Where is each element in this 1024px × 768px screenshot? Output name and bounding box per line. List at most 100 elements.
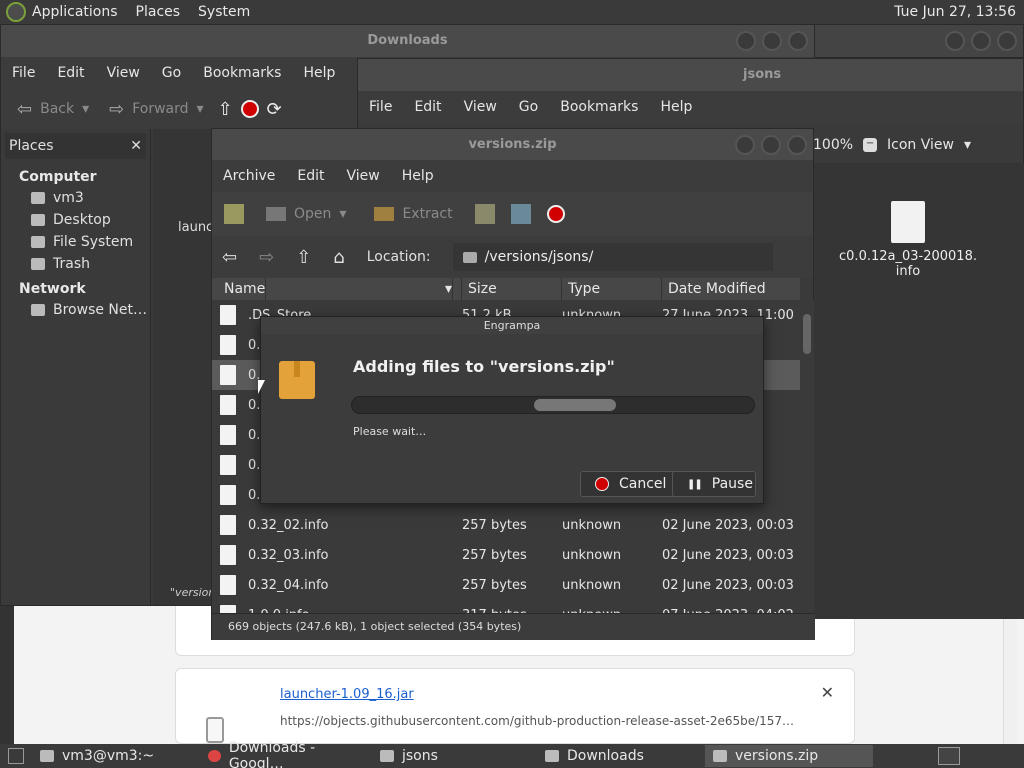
status-bar: 669 objects (247.6 kB), 1 object selecte… — [212, 613, 815, 640]
menu-bookmarks[interactable]: Bookmarks — [192, 65, 292, 81]
dialog-title[interactable]: Engrampa — [261, 317, 763, 334]
maximize-icon[interactable] — [762, 31, 782, 51]
zoom-icon[interactable]: − — [863, 138, 878, 152]
section-network: Network — [19, 281, 86, 297]
minimize-icon[interactable] — [735, 135, 755, 155]
cell-name: 0.32_02.info — [248, 517, 329, 533]
scrollbar-thumb[interactable] — [803, 314, 811, 354]
minimize-icon[interactable] — [945, 31, 965, 51]
close-icon[interactable] — [787, 135, 807, 155]
task-terminal[interactable]: vm3@vm3:~ — [32, 745, 197, 767]
back-button[interactable]: ⇦ Back ▾ — [11, 99, 95, 120]
add-folder-icon[interactable] — [510, 204, 531, 224]
task-downloads[interactable]: Downloads — [537, 745, 702, 767]
open-button[interactable]: Open ▾ — [260, 206, 352, 222]
document-icon — [220, 605, 236, 613]
close-icon[interactable] — [788, 31, 808, 51]
menu-edit[interactable]: Edit — [286, 168, 335, 184]
up-arrow-icon[interactable]: ⇧ — [218, 99, 233, 120]
sidebar-item-file-system[interactable]: File System — [1, 231, 150, 253]
menu-help[interactable]: Help — [292, 65, 346, 81]
chevron-down-icon[interactable]: ▾ — [197, 101, 204, 117]
pause-button[interactable]: ❚❚ Pause — [672, 471, 756, 497]
menu-file[interactable]: File — [1, 65, 46, 81]
remove-download-close-icon[interactable]: ✕ — [821, 683, 834, 702]
table-row[interactable]: 0.32_03.info 257 bytes unknown 02 June 2023… — [212, 540, 800, 570]
menu-help[interactable]: Help — [649, 99, 703, 115]
clock[interactable]: Tue Jun 27, 13:56 — [894, 4, 1016, 20]
forward-arrow-icon[interactable]: ⇨ — [259, 247, 274, 268]
column-size[interactable]: Size — [462, 278, 562, 300]
document-icon — [220, 305, 236, 325]
menu-places[interactable]: Places — [136, 4, 181, 20]
forward-button[interactable]: ⇨ Forward ▾ — [103, 99, 209, 120]
cell-size: 257 bytes — [462, 577, 527, 593]
task-jsons[interactable]: jsons — [372, 745, 537, 767]
menu-edit[interactable]: Edit — [403, 99, 452, 115]
cancel-label: Cancel — [619, 476, 667, 492]
menu-edit[interactable]: Edit — [46, 65, 95, 81]
sidebar-item-browse-network[interactable]: Browse Net… — [1, 299, 150, 321]
add-files-icon[interactable] — [474, 204, 495, 224]
up-arrow-icon[interactable]: ⇧ — [296, 247, 311, 268]
zip-titlebar[interactable]: versions.zip — [212, 129, 813, 160]
table-row[interactable]: 0.32_02.info 257 bytes unknown 02 June 2023… — [212, 510, 800, 540]
close-pane-icon[interactable]: ✕ — [130, 138, 142, 154]
task-browser[interactable]: Downloads - Googl… — [200, 740, 370, 768]
workspace-switcher-icon[interactable] — [938, 747, 960, 765]
column-type[interactable]: Type — [562, 278, 662, 300]
chevron-down-icon[interactable]: ▾ — [339, 206, 346, 222]
chevron-down-icon[interactable]: ▾ — [964, 137, 971, 153]
downloads-titlebar[interactable]: Downloads — [1, 25, 814, 57]
table-row[interactable]: 1.0.0.info317 bytesunknown07 June 2023, … — [212, 600, 800, 613]
menu-applications[interactable]: Applications — [32, 4, 118, 20]
view-mode-select[interactable]: Icon View — [887, 137, 954, 153]
partial-file-label: launc — [178, 220, 214, 235]
menu-view[interactable]: View — [453, 99, 508, 115]
show-desktop-icon[interactable] — [8, 748, 24, 764]
background-window-titlebar[interactable] — [803, 24, 1024, 58]
maximize-icon[interactable] — [971, 31, 991, 51]
new-archive-icon[interactable] — [224, 204, 244, 224]
menu-bookmarks[interactable]: Bookmarks — [549, 99, 649, 115]
menu-help[interactable]: Help — [391, 168, 445, 184]
sidebar-item-vm3[interactable]: vm3 — [1, 187, 150, 209]
stop-icon[interactable] — [240, 100, 259, 118]
menu-archive[interactable]: Archive — [212, 168, 286, 184]
menu-view[interactable]: View — [336, 168, 391, 184]
chrome-icon — [208, 750, 221, 762]
file-list-scrollbar[interactable] — [800, 300, 814, 613]
menu-go[interactable]: Go — [151, 65, 192, 81]
table-row[interactable]: 0.32_04.info 257 bytes unknown 02 June 2023… — [212, 570, 800, 600]
menu-file[interactable]: File — [358, 99, 403, 115]
places-selector[interactable]: Places — [9, 138, 54, 154]
jsons-titlebar[interactable]: jsons — [358, 59, 1023, 91]
download-card-launcher: launcher-1.09_16.jar https://objects.git… — [175, 668, 855, 744]
stop-icon[interactable] — [546, 205, 565, 223]
sidebar-item-trash[interactable]: Trash — [1, 253, 150, 275]
maximize-icon[interactable] — [761, 135, 781, 155]
reload-icon[interactable]: ⟳ — [267, 99, 282, 120]
network-icon — [31, 304, 45, 316]
menu-view[interactable]: View — [96, 65, 151, 81]
menu-system[interactable]: System — [198, 4, 250, 20]
column-name[interactable]: Name ▾ — [212, 278, 462, 300]
close-icon[interactable] — [997, 31, 1017, 51]
back-arrow-icon[interactable]: ⇦ — [222, 247, 237, 268]
sidebar-item-desktop[interactable]: Desktop — [1, 209, 150, 231]
browser-scrollbar[interactable] — [1003, 606, 1017, 744]
file-icon-item[interactable]: c0.0.12a_03-200018. info — [838, 201, 978, 279]
places-header[interactable]: Places ✕ — [5, 133, 146, 159]
minimize-icon[interactable] — [736, 31, 756, 51]
location-field[interactable]: /versions/jsons/ — [452, 243, 773, 271]
mate-logo-icon[interactable] — [6, 2, 26, 22]
file-name: c0.0.12a_03-200018. info — [839, 249, 977, 279]
column-date-modified[interactable]: Date Modified — [662, 278, 800, 300]
extract-button[interactable]: Extract — [368, 206, 458, 222]
home-icon[interactable]: ⌂ — [333, 247, 344, 268]
cancel-button[interactable]: Cancel — [580, 471, 682, 497]
download-link[interactable]: launcher-1.09_16.jar — [280, 687, 414, 702]
chevron-down-icon[interactable]: ▾ — [82, 101, 89, 117]
menu-go[interactable]: Go — [508, 99, 549, 115]
task-versions-zip[interactable]: versions.zip — [705, 745, 873, 767]
